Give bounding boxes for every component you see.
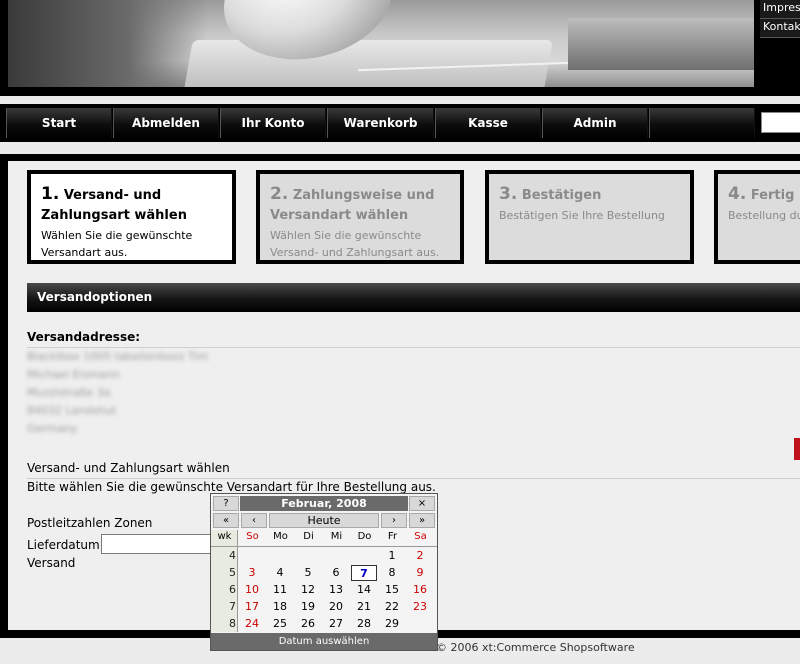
zones-label: Postleitzahlen Zonen xyxy=(27,516,153,530)
calendar-month-title: Februar, 2008 xyxy=(240,496,408,511)
method-desc: Bitte wählen Sie die gewünschte Versanda… xyxy=(27,480,436,494)
calendar-day[interactable]: 9 xyxy=(407,565,433,581)
week-number: 5 xyxy=(229,566,236,579)
day-header-di: Di xyxy=(303,531,314,542)
calendar-day[interactable]: 5 xyxy=(295,565,321,581)
day-header-mi: Mi xyxy=(330,531,343,542)
calendar-day[interactable]: 7 xyxy=(351,565,377,581)
calendar-day[interactable]: 3 xyxy=(239,565,265,581)
address-line: Muzzlstraße 3a xyxy=(27,386,111,399)
calendar-day[interactable]: 25 xyxy=(267,616,293,632)
calendar-day[interactable]: 15 xyxy=(379,582,405,598)
calendar-day[interactable]: 21 xyxy=(351,599,377,615)
nav-empty-slot xyxy=(649,108,755,138)
calendar-day[interactable]: 22 xyxy=(379,599,405,615)
step-4-desc: Bestellung durchgeführt xyxy=(728,209,800,222)
nav-abmelden[interactable]: Abmelden xyxy=(113,108,219,138)
calendar-day[interactable]: 19 xyxy=(295,599,321,615)
step-2-desc: Wählen Sie die gewünschte Versand- und Z… xyxy=(270,229,440,259)
day-header-so: So xyxy=(246,531,259,542)
divider xyxy=(27,347,800,348)
calendar-day[interactable]: 28 xyxy=(351,616,377,632)
calendar-prev-year-button[interactable]: « xyxy=(213,513,239,528)
address-line: Michael Eismann xyxy=(27,368,120,381)
section-title: Versandoptionen xyxy=(27,283,800,312)
calendar-day[interactable]: 13 xyxy=(323,582,349,598)
calendar-next-month-button[interactable]: › xyxy=(381,513,407,528)
week-number: 8 xyxy=(229,617,236,630)
calendar-day[interactable]: 14 xyxy=(351,582,377,598)
week-number: 6 xyxy=(229,583,236,596)
step-1-title: 1. Versand- und Zahlungsart wählen xyxy=(41,184,187,223)
nav-admin[interactable]: Admin xyxy=(542,108,648,138)
calendar-day[interactable]: 10 xyxy=(239,582,265,598)
week-number: 4 xyxy=(229,549,236,562)
delivery-date-input[interactable] xyxy=(101,534,213,554)
step-4-title: 4. Fertig xyxy=(728,184,795,204)
calendar-day[interactable]: 12 xyxy=(295,582,321,598)
calendar-day[interactable]: 20 xyxy=(323,599,349,615)
calendar-day[interactable]: 18 xyxy=(267,599,293,615)
red-button-edge[interactable] xyxy=(794,438,800,460)
step-1-box: 1. Versand- und Zahlungsart wählen Wähle… xyxy=(27,170,236,264)
week-number: 7 xyxy=(229,600,236,613)
step-3-title: 3. Bestätigen xyxy=(499,184,602,204)
search-input[interactable] xyxy=(761,112,800,133)
divider xyxy=(27,478,800,479)
step-4-box: 4. Fertig Bestellung durchgeführt xyxy=(714,170,800,264)
calendar-day[interactable]: 6 xyxy=(323,565,349,581)
step-2-box: 2. Zahlungsweise und Versandart wählen W… xyxy=(256,170,464,264)
calendar-day[interactable]: 26 xyxy=(295,616,321,632)
nav-warenkorb[interactable]: Warenkorb xyxy=(327,108,434,138)
delivery-date-label: Lieferdatum: xyxy=(27,538,104,552)
calendar-day[interactable]: 8 xyxy=(379,565,405,581)
calendar-day[interactable]: 23 xyxy=(407,599,433,615)
calendar-day[interactable]: 16 xyxy=(407,582,433,598)
nav-start[interactable]: Start xyxy=(6,108,112,138)
calendar-day[interactable]: 27 xyxy=(323,616,349,632)
day-header-sa: Sa xyxy=(414,531,427,542)
banner-image xyxy=(8,0,754,87)
calendar-close-button[interactable]: × xyxy=(409,496,435,511)
step-1-desc: Wählen Sie die gewünschte Versandart aus… xyxy=(41,229,193,259)
footer-copyright: © 2006 xt:Commerce Shopsoftware xyxy=(436,641,635,654)
date-picker-popup: ? Februar, 2008 × « ‹ Heute › » wk So Mo… xyxy=(210,493,438,651)
calendar-day[interactable]: 29 xyxy=(379,616,405,632)
method-title: Versand- und Zahlungsart wählen xyxy=(27,461,230,475)
calendar-day[interactable]: 24 xyxy=(239,616,265,632)
step-2-title: 2. Zahlungsweise und Versandart wählen xyxy=(270,184,435,223)
calendar-today-button[interactable]: Heute xyxy=(269,513,379,528)
week-header: wk xyxy=(217,531,232,542)
day-header-mo: Mo xyxy=(273,531,288,542)
day-header-do: Do xyxy=(357,531,372,542)
kontakt-link[interactable]: Kontakt xyxy=(760,19,800,38)
header-banner: Impressum Kontakt xyxy=(0,0,800,96)
calendar-day[interactable]: 4 xyxy=(267,565,293,581)
nav-kasse[interactable]: Kasse xyxy=(435,108,541,138)
calendar-day[interactable]: 1 xyxy=(379,548,405,564)
address-line: Blacklbox 1005 tabellenbozz Tim xyxy=(27,350,209,363)
calendar-day[interactable]: 11 xyxy=(267,582,293,598)
shipping-label: Versand xyxy=(27,556,76,570)
address-line: 84032 Landshut xyxy=(27,404,117,417)
calendar-day[interactable]: 17 xyxy=(239,599,265,615)
calendar-status-bar: Datum auswählen xyxy=(211,633,437,650)
calendar-day[interactable]: 2 xyxy=(407,548,433,564)
day-header-fr: Fr xyxy=(387,531,398,542)
step-3-box: 3. Bestätigen Bestätigen Sie Ihre Bestel… xyxy=(485,170,694,264)
calendar-help-button[interactable]: ? xyxy=(213,496,239,511)
header-links: Impressum Kontakt xyxy=(760,0,800,38)
address-label: Versandadresse: xyxy=(27,330,141,344)
address-line: Germany xyxy=(27,422,78,435)
impressum-link[interactable]: Impressum xyxy=(760,0,800,19)
divider xyxy=(211,546,437,547)
nav-ihr-konto[interactable]: Ihr Konto xyxy=(220,108,326,138)
calendar-prev-month-button[interactable]: ‹ xyxy=(241,513,267,528)
calendar-next-year-button[interactable]: » xyxy=(409,513,435,528)
main-navigation: Start Abmelden Ihr Konto Warenkorb Kasse… xyxy=(0,104,800,142)
step-3-desc: Bestätigen Sie Ihre Bestellung xyxy=(499,209,665,222)
